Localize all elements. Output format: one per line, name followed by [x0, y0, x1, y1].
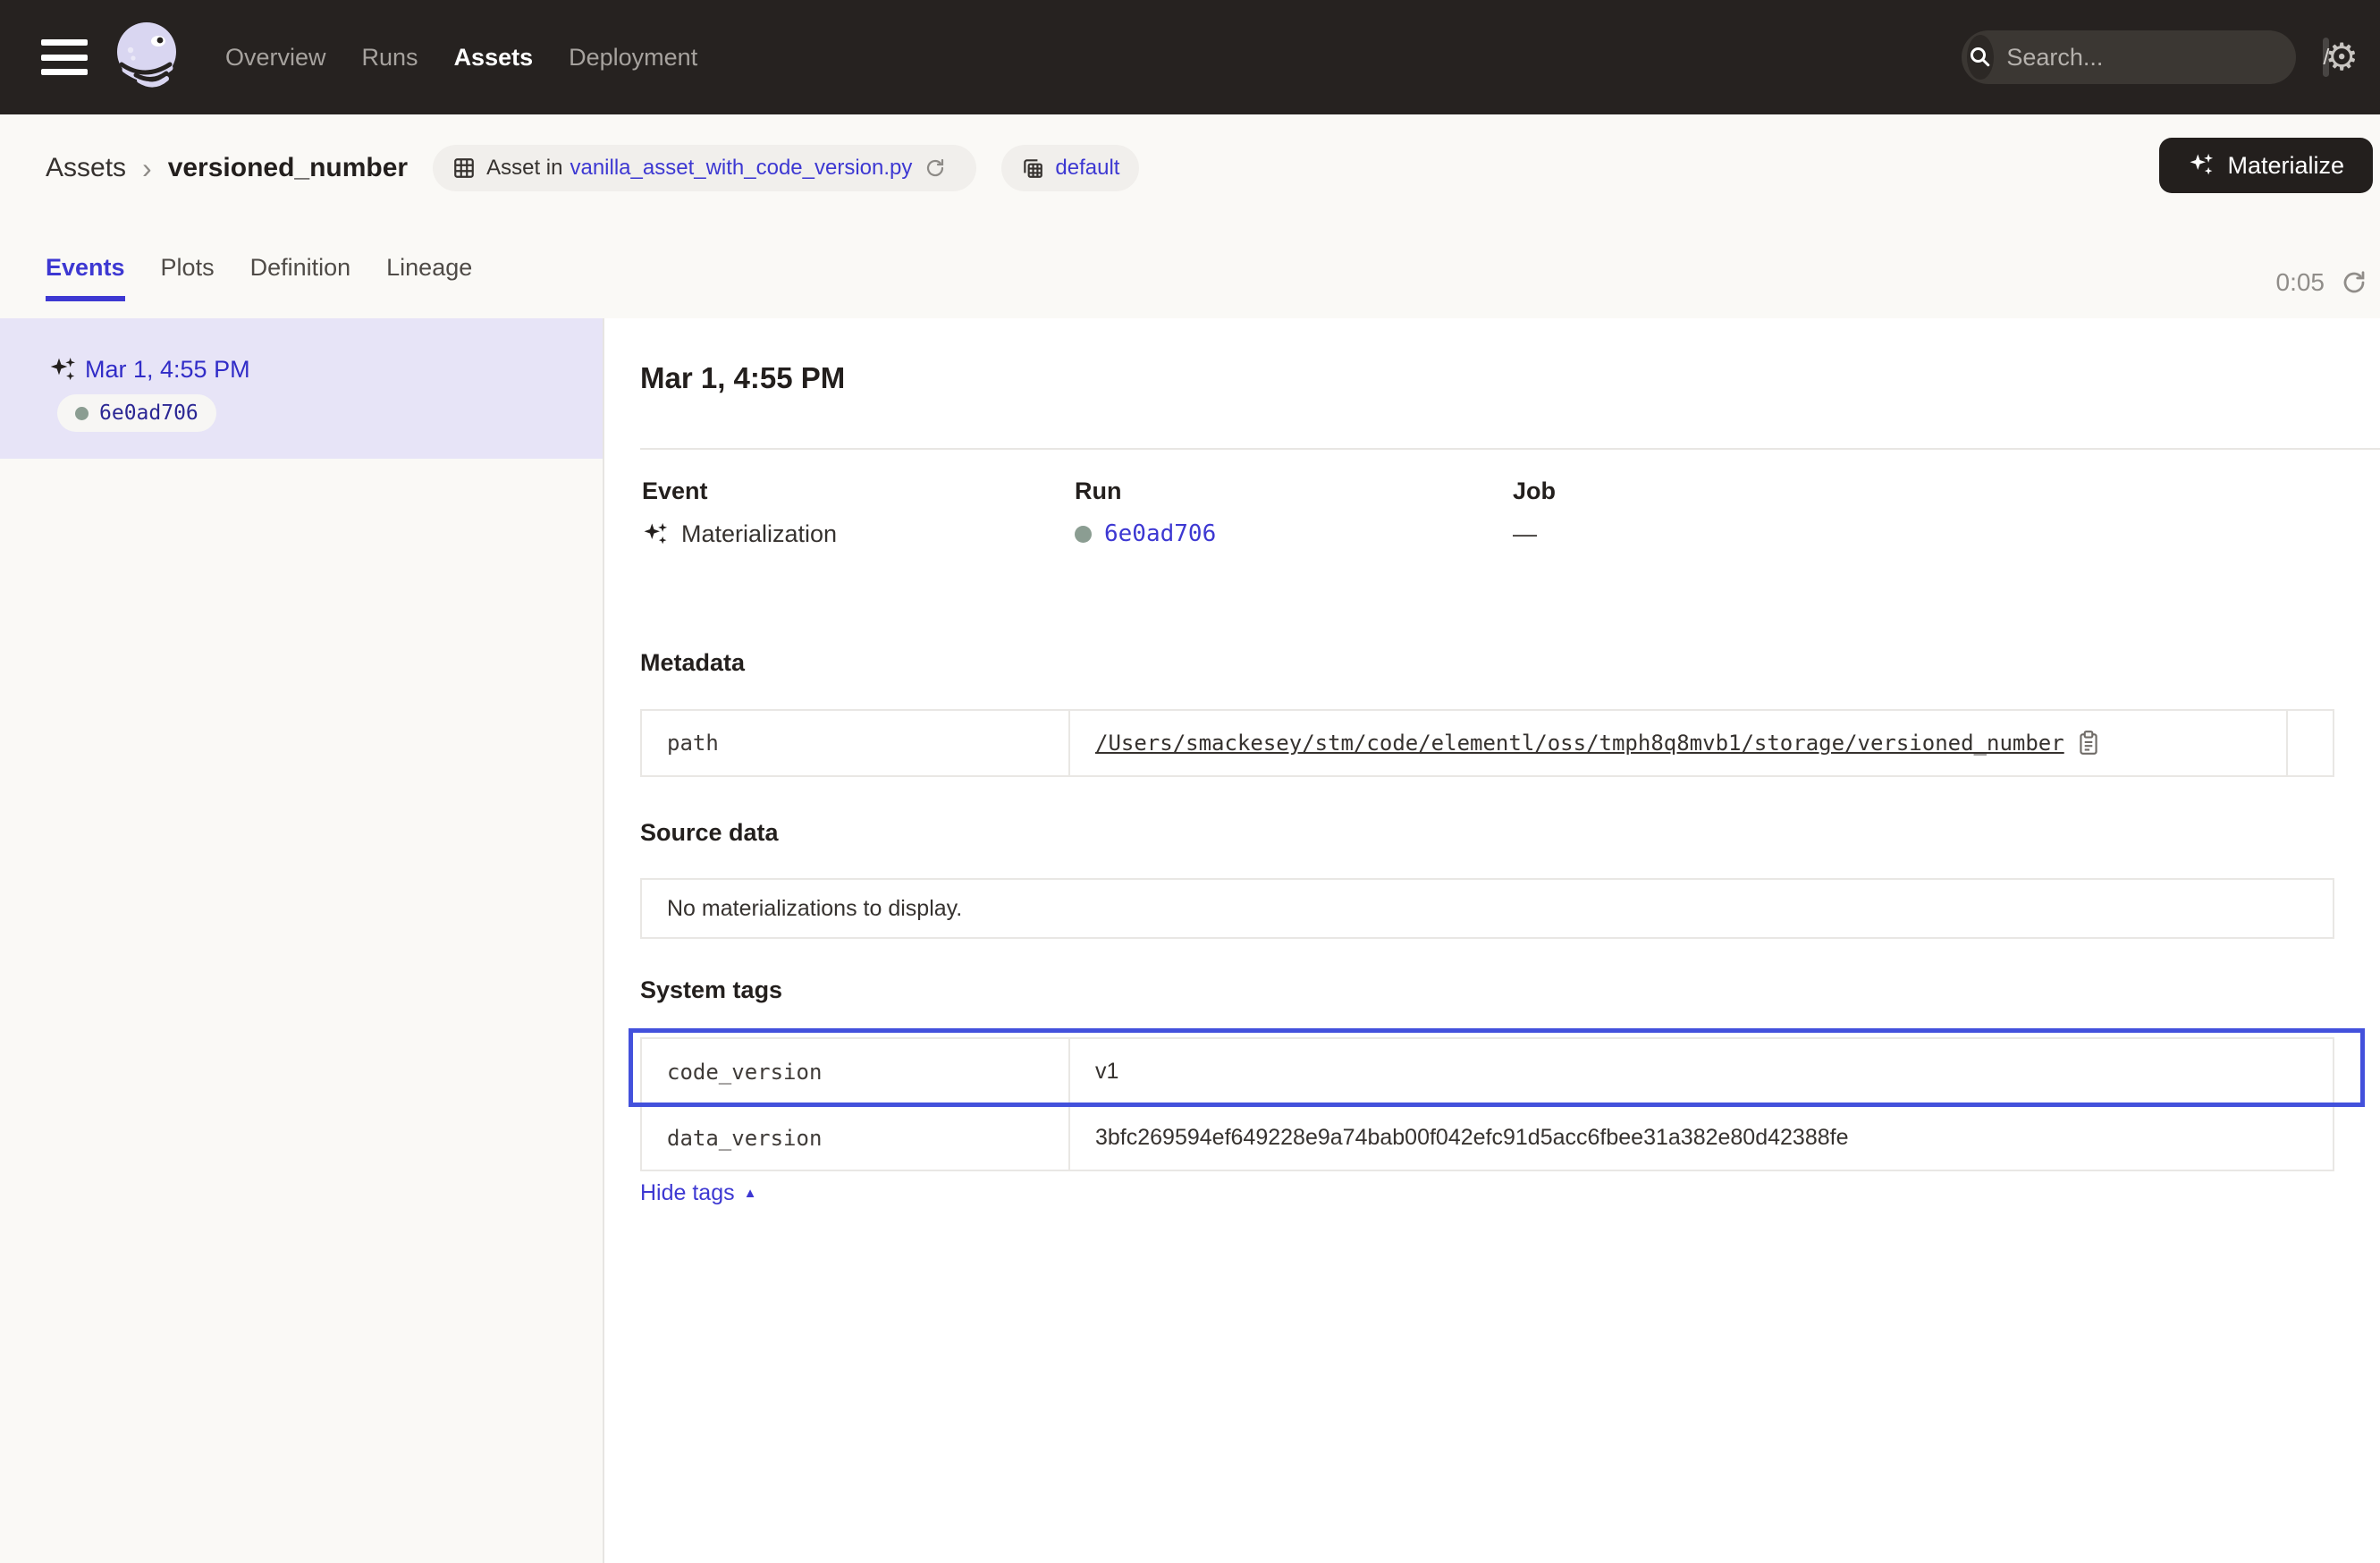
- tab-plots[interactable]: Plots: [161, 254, 215, 301]
- metadata-path-link[interactable]: /Users/smackesey/stm/code/elementl/oss/t…: [1095, 731, 2064, 756]
- tab-lineage[interactable]: Lineage: [386, 254, 472, 301]
- page-header: Assets › versioned_number Asset in vanil…: [0, 114, 2380, 318]
- run-id-pill[interactable]: 6e0ad706: [57, 394, 216, 432]
- tag-value: 3bfc269594ef649228e9a74bab00f042efc91d5a…: [1070, 1106, 2333, 1170]
- run-column-label: Run: [1075, 477, 1121, 505]
- table-row: path /Users/smackesey/stm/code/elementl/…: [642, 711, 2333, 775]
- job-column-label: Job: [1513, 477, 1556, 505]
- sparkle-icon: [48, 356, 77, 384]
- breadcrumb-separator: ›: [142, 152, 152, 185]
- search-input[interactable]: [2006, 44, 2323, 72]
- hamburger-menu-icon[interactable]: [41, 39, 88, 75]
- dagster-logo-icon[interactable]: [107, 14, 186, 100]
- tab-bar: Events Plots Definition Lineage: [46, 254, 472, 301]
- copy-icon[interactable]: [2077, 730, 2100, 756]
- repository-icon: [1021, 156, 1044, 180]
- asset-file-link[interactable]: vanilla_asset_with_code_version.py: [570, 156, 912, 181]
- row-gutter: [2286, 711, 2333, 775]
- search-icon: [1967, 35, 1994, 80]
- nav-item-assets[interactable]: Assets: [454, 44, 534, 72]
- source-data-empty-message: No materializations to display.: [640, 878, 2334, 939]
- run-value: 6e0ad706: [1075, 520, 1216, 547]
- system-tags-table: code_version v1 data_version 3bfc269594e…: [640, 1037, 2334, 1171]
- event-type-value: Materialization: [642, 520, 837, 548]
- nav-item-overview[interactable]: Overview: [225, 44, 326, 72]
- repository-pill[interactable]: default: [1001, 145, 1139, 191]
- table-row-code-version: code_version v1: [642, 1039, 2333, 1104]
- repository-link[interactable]: default: [1055, 156, 1119, 181]
- tab-definition[interactable]: Definition: [250, 254, 351, 301]
- nav-item-deployment[interactable]: Deployment: [569, 44, 697, 72]
- refresh-timer: 0:05: [2276, 268, 2368, 297]
- hide-tags-link[interactable]: Hide tags ▲: [640, 1180, 756, 1206]
- breadcrumb: Assets › versioned_number Asset in vanil…: [46, 143, 1139, 193]
- table-row-data-version: data_version 3bfc269594ef649228e9a74bab0…: [642, 1104, 2333, 1170]
- event-list-item-selected[interactable]: Mar 1, 4:55 PM 6e0ad706: [0, 318, 603, 459]
- nav-item-runs[interactable]: Runs: [362, 44, 418, 72]
- run-status-dot: [75, 407, 89, 420]
- event-list-sidebar: Mar 1, 4:55 PM 6e0ad706: [0, 318, 604, 1563]
- run-status-dot: [1075, 526, 1092, 543]
- metadata-table: path /Users/smackesey/stm/code/elementl/…: [640, 709, 2334, 777]
- breadcrumb-assets-link[interactable]: Assets: [46, 153, 126, 183]
- gear-icon[interactable]: ⚙: [2325, 38, 2359, 76]
- nav-menu: Overview Runs Assets Deployment: [225, 44, 697, 72]
- event-timestamp-link[interactable]: Mar 1, 4:55 PM: [85, 356, 250, 384]
- refresh-countdown: 0:05: [2276, 268, 2325, 297]
- sparkle-icon: [642, 521, 669, 548]
- sparkle-icon: [2188, 152, 2215, 179]
- hide-tags-label: Hide tags: [640, 1180, 735, 1206]
- job-empty-dash: —: [1513, 520, 1537, 548]
- tag-value: v1: [1070, 1039, 2333, 1104]
- event-type-label: Materialization: [681, 520, 837, 548]
- tag-key: data_version: [642, 1106, 1070, 1170]
- event-detail-title: Mar 1, 4:55 PM: [640, 361, 845, 395]
- run-id-label: 6e0ad706: [99, 401, 198, 425]
- asset-pill-prefix: Asset in: [486, 156, 562, 181]
- job-value: —: [1513, 520, 1537, 548]
- event-column-label: Event: [642, 477, 708, 505]
- tag-key: code_version: [642, 1039, 1070, 1104]
- caret-up-icon: ▲: [744, 1186, 757, 1201]
- divider: [640, 448, 2380, 450]
- refresh-icon[interactable]: [2341, 269, 2367, 296]
- materialize-button[interactable]: Materialize: [2159, 138, 2373, 193]
- page-title: versioned_number: [168, 153, 408, 183]
- asset-definition-pill[interactable]: Asset in vanilla_asset_with_code_version…: [433, 145, 976, 191]
- materialize-label: Materialize: [2227, 152, 2344, 180]
- event-detail-panel: Mar 1, 4:55 PM Event Run Job Materializa…: [604, 318, 2380, 1563]
- source-data-heading: Source data: [640, 819, 779, 847]
- reload-icon[interactable]: [924, 157, 946, 179]
- top-nav: Overview Runs Assets Deployment / ⚙: [0, 0, 2380, 114]
- tab-events[interactable]: Events: [46, 254, 125, 301]
- table-icon: [452, 156, 476, 180]
- system-tags-heading: System tags: [640, 976, 782, 1004]
- metadata-heading: Metadata: [640, 649, 745, 677]
- run-id-link[interactable]: 6e0ad706: [1104, 520, 1216, 547]
- metadata-key: path: [642, 711, 1070, 775]
- search-box[interactable]: /: [1962, 30, 2296, 84]
